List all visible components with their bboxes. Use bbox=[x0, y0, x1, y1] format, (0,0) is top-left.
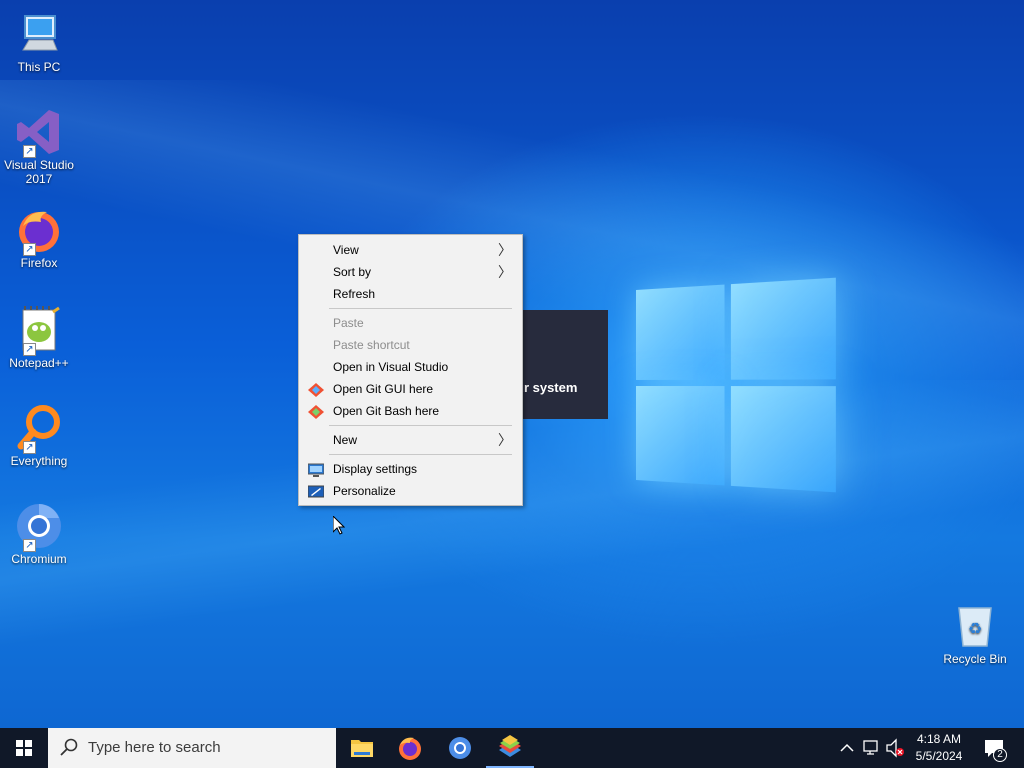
search-placeholder: Type here to search bbox=[88, 739, 221, 756]
desktop-icon-recycle-bin[interactable]: ♻ Recycle Bin bbox=[940, 602, 1010, 666]
menu-item-open-git-gui[interactable]: Open Git GUI here bbox=[299, 378, 522, 400]
taskbar-bluestacks[interactable] bbox=[486, 728, 534, 768]
desktop-icon-label: Firefox bbox=[20, 256, 58, 270]
taskbar: Type here to search 4:18 AM 5/5/2024 2 bbox=[0, 728, 1024, 768]
search-icon bbox=[60, 738, 78, 760]
visual-studio-icon: ↗ bbox=[15, 108, 63, 158]
everything-icon: ↗ bbox=[15, 404, 63, 454]
mouse-cursor-icon bbox=[332, 514, 346, 535]
notification-icon bbox=[985, 740, 1003, 757]
chevron-up-icon bbox=[840, 743, 854, 752]
volume-muted-tray-icon[interactable] bbox=[884, 728, 906, 768]
personalize-icon bbox=[307, 484, 325, 498]
background-notification-popup: ur system bbox=[508, 310, 608, 419]
notepad-plus-plus-icon: ↗ bbox=[15, 306, 63, 356]
action-center-button[interactable]: 2 bbox=[980, 728, 1010, 768]
shortcut-arrow-icon: ↗ bbox=[23, 441, 36, 454]
popup-text: ur system bbox=[516, 380, 578, 395]
firefox-icon: ↗ bbox=[15, 206, 63, 256]
desktop-icon-label: Everything bbox=[10, 454, 68, 468]
menu-separator bbox=[329, 454, 512, 455]
taskbar-search-box[interactable]: Type here to search bbox=[48, 728, 336, 768]
git-bash-icon bbox=[308, 404, 324, 419]
desktop-icon-this-pc[interactable]: This PC bbox=[4, 10, 74, 74]
recycle-bin-icon: ♻ bbox=[951, 602, 999, 650]
bluestacks-icon bbox=[499, 735, 521, 757]
menu-item-refresh[interactable]: Refresh bbox=[299, 283, 522, 305]
git-gui-icon bbox=[308, 382, 324, 397]
this-pc-icon bbox=[15, 10, 63, 58]
taskbar-chromium[interactable] bbox=[436, 728, 484, 768]
shortcut-arrow-icon: ↗ bbox=[23, 243, 36, 256]
menu-item-sort-by[interactable]: Sort by 〉 bbox=[299, 261, 522, 283]
desktop-context-menu: View 〉 Sort by 〉 Refresh Paste Paste sho… bbox=[298, 234, 523, 506]
menu-item-display-settings[interactable]: Display settings bbox=[299, 458, 522, 480]
display-settings-icon bbox=[307, 462, 325, 477]
desktop-icon-firefox[interactable]: ↗ Firefox bbox=[4, 206, 74, 270]
menu-item-paste-shortcut: Paste shortcut bbox=[333, 338, 410, 352]
chromium-icon: ↗ bbox=[15, 502, 63, 552]
desktop-icon-label: Chromium bbox=[11, 552, 67, 566]
menu-separator bbox=[329, 425, 512, 426]
windows-logo-wallpaper bbox=[636, 277, 836, 493]
notification-count-badge: 2 bbox=[993, 748, 1007, 762]
menu-separator bbox=[329, 308, 512, 309]
taskbar-file-explorer[interactable] bbox=[338, 728, 386, 768]
shortcut-arrow-icon: ↗ bbox=[23, 145, 36, 158]
start-button[interactable] bbox=[0, 728, 48, 768]
network-tray-icon[interactable] bbox=[860, 728, 882, 768]
show-hidden-icons-button[interactable] bbox=[836, 728, 858, 768]
windows-start-icon bbox=[16, 740, 32, 756]
chevron-right-icon: 〉 bbox=[498, 432, 512, 448]
menu-item-personalize[interactable]: Personalize bbox=[299, 480, 522, 502]
taskbar-clock[interactable]: 4:18 AM 5/5/2024 bbox=[906, 731, 972, 765]
desktop-icon-visual-studio[interactable]: ↗ Visual Studio 2017 bbox=[4, 108, 74, 186]
chevron-right-icon: 〉 bbox=[498, 242, 512, 258]
svg-text:♻: ♻ bbox=[968, 619, 982, 638]
desktop-icon-label: This PC bbox=[17, 60, 61, 74]
menu-item-open-git-bash[interactable]: Open Git Bash here bbox=[299, 400, 522, 422]
firefox-icon bbox=[399, 737, 421, 760]
file-explorer-icon bbox=[351, 740, 373, 757]
clock-date: 5/5/2024 bbox=[915, 749, 963, 763]
chromium-icon bbox=[449, 737, 471, 759]
desktop-icon-chromium[interactable]: ↗ Chromium bbox=[4, 502, 74, 566]
desktop-icon-label: Notepad++ bbox=[9, 356, 69, 370]
desktop-icon-label: Visual Studio 2017 bbox=[4, 158, 74, 186]
desktop-icon-label: Recycle Bin bbox=[943, 652, 1007, 666]
shortcut-arrow-icon: ↗ bbox=[23, 539, 36, 552]
chevron-right-icon: 〉 bbox=[498, 264, 512, 280]
menu-item-open-in-visual-studio[interactable]: Open in Visual Studio bbox=[299, 356, 522, 378]
desktop-icon-everything[interactable]: ↗ Everything bbox=[4, 404, 74, 468]
clock-time: 4:18 AM bbox=[916, 732, 962, 746]
shortcut-arrow-icon: ↗ bbox=[23, 343, 36, 356]
taskbar-firefox[interactable] bbox=[386, 728, 434, 768]
menu-item-paste: Paste bbox=[333, 316, 364, 330]
menu-item-new[interactable]: New 〉 bbox=[299, 429, 522, 451]
desktop-icon-notepad-plus-plus[interactable]: ↗ Notepad++ bbox=[4, 306, 74, 370]
menu-item-view[interactable]: View 〉 bbox=[299, 239, 522, 261]
